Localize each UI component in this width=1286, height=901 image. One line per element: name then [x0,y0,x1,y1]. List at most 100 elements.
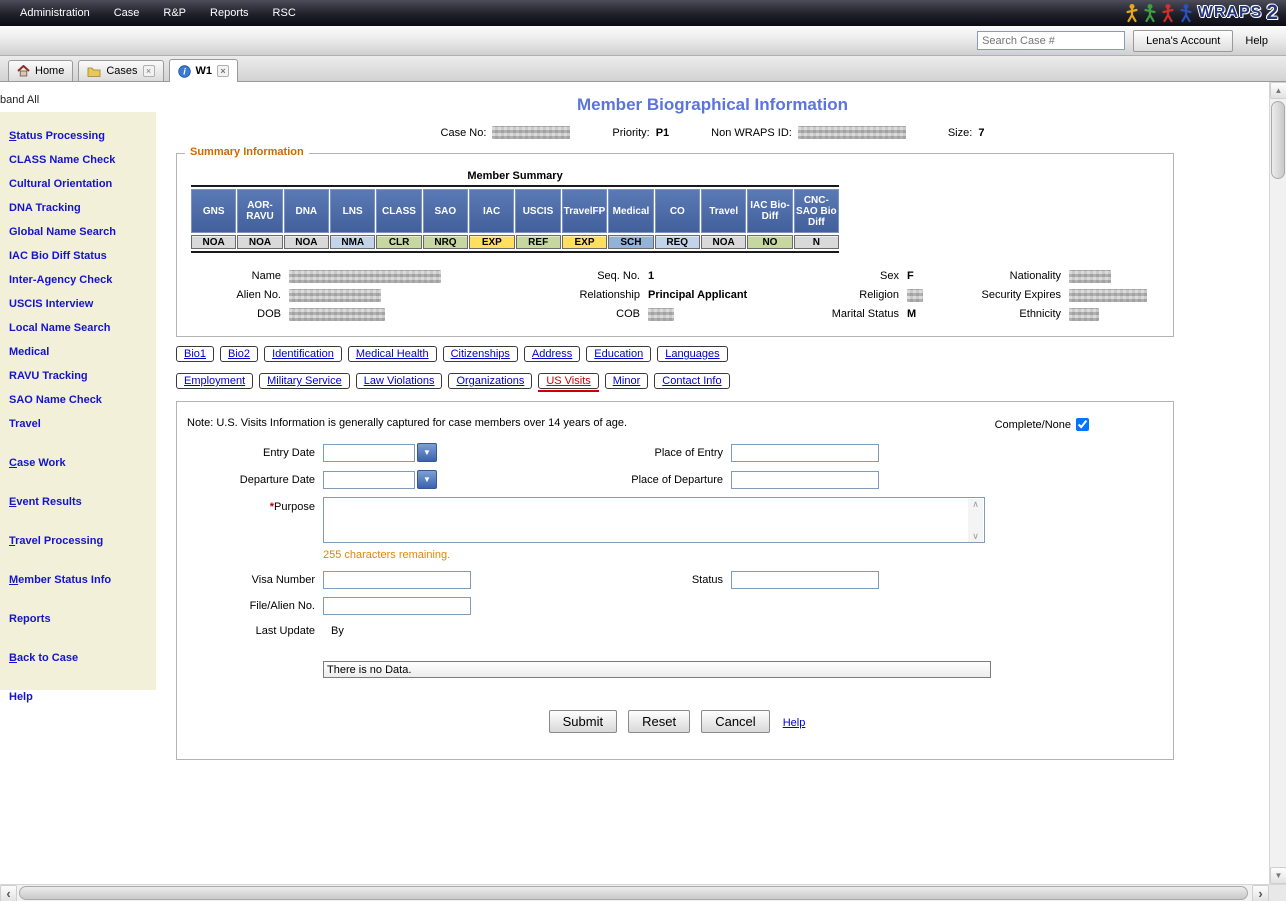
sidebar-item-travel[interactable]: Travel [9,412,152,436]
sidebar-item-uscis-interview[interactable]: USCIS Interview [9,292,152,316]
submit-button[interactable]: Submit [549,710,617,733]
scroll-up-icon[interactable]: ∧ [972,499,979,510]
tab-employment[interactable]: Employment [176,373,253,389]
close-tab-w1-icon[interactable]: × [217,65,229,77]
status-input[interactable] [731,571,879,589]
sidebar-item-iac-bio-diff-status[interactable]: IAC Bio Diff Status [9,244,152,268]
menu-rp[interactable]: R&P [163,7,186,19]
tab-address[interactable]: Address [524,346,580,362]
summary-header-iac-bio-diff: IAC Bio-Diff [747,189,792,233]
vertical-scrollbar[interactable]: ▲ ▼ [1269,82,1286,884]
sidebar-item-cultural-orientation[interactable]: Cultural Orientation [9,172,152,196]
entry-date-calendar-button[interactable]: ▼ [417,443,437,462]
status-cnc-sao-bio-diff: N [794,235,839,249]
summary-header-travelfp: TravelFP [562,189,608,233]
tab-home[interactable]: Home [8,60,73,81]
cancel-button[interactable]: Cancel [701,710,769,733]
sidebar-item-back-to-case[interactable]: Back to Case [9,646,152,670]
member-details-grid: Name Seq. No. 1 Sex F Nationality Alien … [191,267,1181,324]
scroll-down-icon[interactable]: ∨ [972,531,979,542]
sidebar-item-reports[interactable]: Reports [9,607,152,631]
file-alien-input[interactable] [323,597,471,615]
tab-contact-info[interactable]: Contact Info [654,373,729,389]
purpose-scrollbar[interactable]: ∧∨ [968,499,983,542]
tab-languages[interactable]: Languages [657,346,727,362]
account-button[interactable]: Lena's Account [1133,30,1233,52]
tab-us-visits[interactable]: US Visits [538,373,598,389]
menu-administration[interactable]: Administration [20,7,90,19]
sidebar-item-travel-processing[interactable]: Travel Processing [9,529,152,553]
sidebar-item-local-name-search[interactable]: Local Name Search [9,316,152,340]
sidebar-item-global-name-search[interactable]: Global Name Search [9,220,152,244]
non-wraps-id-label: Non WRAPS ID: [711,127,792,139]
menu-rsc[interactable]: RSC [273,7,296,19]
visa-number-label: Visa Number [177,574,315,586]
detail-label: Alien No. [191,286,281,305]
complete-none-checkbox[interactable] [1076,418,1089,431]
sidebar-item-event-results[interactable]: Event Results [9,490,152,514]
top-toolbar: Lena's Account Help [0,26,1286,56]
tab-w1[interactable]: i W1 × [169,59,239,82]
window-tabbar: Home Cases × i W1 × [0,56,1286,82]
sidebar-item-member-status-info[interactable]: Member Status Info [9,568,152,592]
place-of-departure-input[interactable] [731,471,879,489]
sidebar-item-dna-tracking[interactable]: DNA Tracking [9,196,152,220]
form-help-link[interactable]: Help [783,717,806,729]
tab-military-service[interactable]: Military Service [259,373,350,389]
sidebar-item-case-work[interactable]: Case Work [9,451,152,475]
scrollbar-left-icon[interactable]: ‹ [0,885,17,901]
detail-label: Sex [804,267,899,286]
scrollbar-down-icon[interactable]: ▼ [1270,867,1286,884]
menu-reports[interactable]: Reports [210,7,249,19]
scrollbar-right-icon[interactable]: › [1252,885,1269,901]
purpose-textarea[interactable] [323,497,985,543]
sidebar-item-medical[interactable]: Medical [9,340,152,364]
sidebar-item-status-processing[interactable]: Status Processing [9,124,152,148]
tab-bio2[interactable]: Bio2 [220,346,258,362]
marital-status-value: M [899,305,931,324]
search-case-input[interactable] [977,31,1125,50]
entry-date-input[interactable] [323,444,415,462]
complete-none-label: Complete/None [995,419,1071,431]
vertical-scrollbar-thumb[interactable] [1271,101,1285,179]
horizontal-scrollbar[interactable]: ‹ › [0,884,1286,901]
summary-header-iac: IAC [469,189,514,233]
tab-organizations[interactable]: Organizations [448,373,532,389]
help-menu[interactable]: Help [1245,35,1268,47]
scrollbar-up-icon[interactable]: ▲ [1270,82,1286,99]
departure-date-calendar-button[interactable]: ▼ [417,470,437,489]
visa-number-input[interactable] [323,571,471,589]
page-title: Member Biographical Information [156,95,1269,115]
place-of-entry-input[interactable] [731,444,879,462]
by-label: By [331,625,344,637]
summary-header-sao: SAO [423,189,468,233]
reset-button[interactable]: Reset [628,710,690,733]
sidebar-item-class-name-check[interactable]: CLASS Name Check [9,148,152,172]
tab-cases[interactable]: Cases × [78,60,163,81]
tab-law-violations[interactable]: Law Violations [356,373,443,389]
tab-identification[interactable]: Identification [264,346,342,362]
case-no-redacted-value [492,126,570,139]
name-redacted-value [289,270,441,283]
tab-medical-health[interactable]: Medical Health [348,346,437,362]
status-travelfp: EXP [562,235,607,249]
dob-redacted-value [289,308,385,321]
close-tab-cases-icon[interactable]: × [143,65,155,77]
expand-all-link[interactable]: band All [0,94,39,106]
us-visits-form-panel: Note: U.S. Visits Information is general… [176,401,1174,760]
tab-education[interactable]: Education [586,346,651,362]
sidebar-item-inter-agency-check[interactable]: Inter-Agency Check [9,268,152,292]
departure-date-label: Departure Date [177,474,315,486]
summary-header-travel: Travel [701,189,746,233]
menu-case[interactable]: Case [114,7,140,19]
sidebar-item-sao-name-check[interactable]: SAO Name Check [9,388,152,412]
sidebar-item-ravu-tracking[interactable]: RAVU Tracking [9,364,152,388]
complete-none-group: Complete/None [995,418,1089,431]
departure-date-input[interactable] [323,471,415,489]
summary-header-medical: Medical [608,189,653,233]
tab-minor[interactable]: Minor [605,373,649,389]
sidebar-item-help[interactable]: Help [9,685,152,709]
tab-bio1[interactable]: Bio1 [176,346,214,362]
tab-citizenships[interactable]: Citizenships [443,346,518,362]
horizontal-scrollbar-thumb[interactable] [19,886,1248,900]
